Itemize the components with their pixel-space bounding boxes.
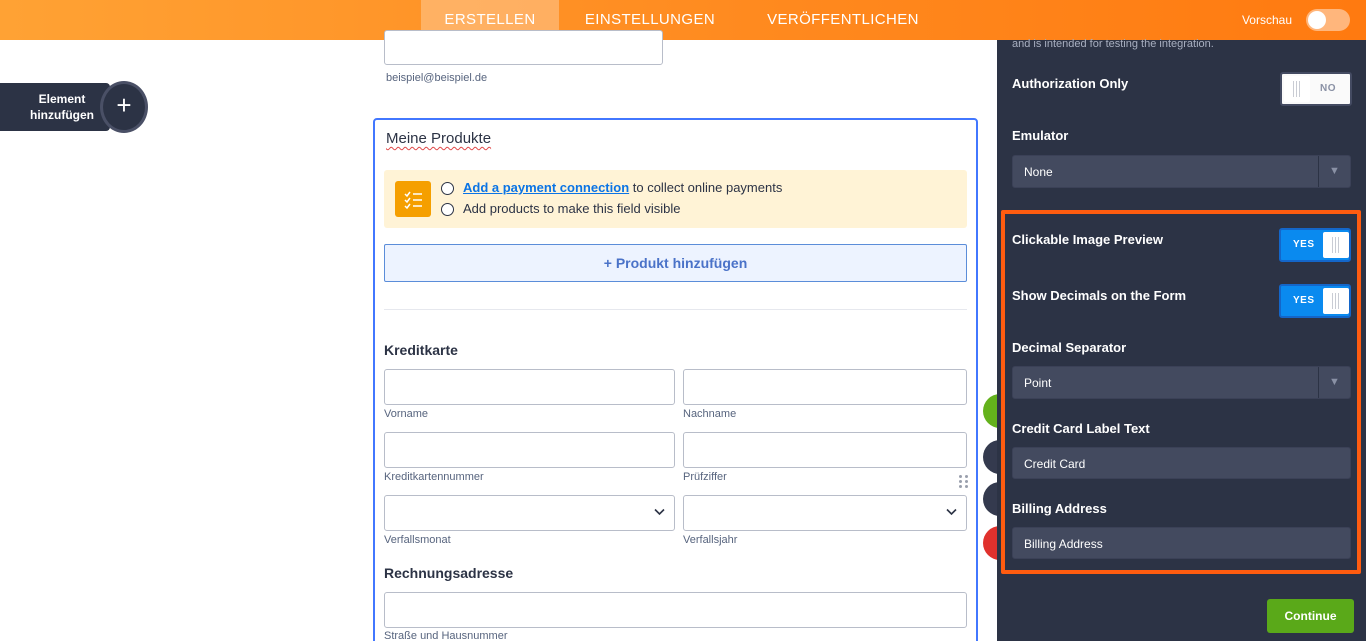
cvv-sublabel: Prüfziffer <box>683 471 727 483</box>
payment-notice <box>384 170 967 228</box>
email-sublabel: beispiel@beispiel.de <box>386 72 488 84</box>
exp-year-sublabel: Verfallsjahr <box>683 534 738 546</box>
notice-line-2: Add products to make this field visible <box>463 201 681 216</box>
payment-connection-link[interactable]: Add a payment connection <box>463 180 629 195</box>
plus-icon: + <box>116 90 132 120</box>
divider <box>384 309 967 310</box>
toggle-knob <box>1308 11 1326 29</box>
exp-year-select[interactable] <box>683 495 967 531</box>
chevron-down-icon <box>946 505 957 519</box>
tab-veroeffentlichen[interactable]: VERÖFFENTLICHEN <box>751 0 935 40</box>
billing-title: Rechnungsadresse <box>384 565 514 581</box>
top-bar: ERSTELLEN EINSTELLUNGEN VERÖFFENTLICHEN … <box>0 0 1366 40</box>
caret-down-icon: ▼ <box>1318 156 1350 187</box>
auth-only-toggle[interactable]: NO <box>1280 72 1352 106</box>
notice-line-1: Add a payment connection to collect onli… <box>463 180 782 195</box>
emulator-select[interactable]: None ▼ <box>1012 155 1351 188</box>
card-number-sublabel: Kreditkartennummer <box>384 471 484 483</box>
highlight-frame <box>1001 210 1361 574</box>
auth-only-value: NO <box>1320 83 1336 94</box>
add-product-button[interactable]: + Produkt hinzufügen <box>384 244 967 282</box>
checklist-icon <box>395 181 431 217</box>
cvv-field[interactable] <box>683 432 967 468</box>
street-field[interactable] <box>384 592 967 628</box>
credit-card-title: Kreditkarte <box>384 342 458 358</box>
radio-icon <box>441 203 454 216</box>
continue-button[interactable]: Continue <box>1267 599 1354 633</box>
auth-only-label: Authorization Only <box>1012 76 1129 91</box>
last-name-field[interactable] <box>683 369 967 405</box>
exp-month-sublabel: Verfallsmonat <box>384 534 451 546</box>
radio-icon <box>441 182 454 195</box>
emulator-label: Emulator <box>1012 128 1069 143</box>
chevron-down-icon <box>654 505 665 519</box>
preview-toggle[interactable] <box>1306 9 1350 31</box>
toggle-handle <box>1284 76 1310 102</box>
street-sublabel: Straße und Hausnummer <box>384 630 508 641</box>
emulator-value: None <box>1024 165 1053 179</box>
last-name-sublabel: Nachname <box>683 408 737 420</box>
panel-note: and is intended for testing the integrat… <box>1012 38 1214 50</box>
add-element-button[interactable]: Element hinzufügen <box>0 83 110 131</box>
card-number-field[interactable] <box>384 432 675 468</box>
drag-handle-icon[interactable] <box>959 475 969 489</box>
first-name-field[interactable] <box>384 369 675 405</box>
first-name-sublabel: Vorname <box>384 408 429 420</box>
add-element-plus[interactable]: + <box>100 80 148 134</box>
notice-line-1-rest: to collect online payments <box>629 180 783 195</box>
preview-label: Vorschau <box>1241 13 1292 27</box>
products-title[interactable]: Meine Produkte <box>386 130 491 147</box>
exp-month-select[interactable] <box>384 495 675 531</box>
email-field[interactable] <box>384 30 663 65</box>
